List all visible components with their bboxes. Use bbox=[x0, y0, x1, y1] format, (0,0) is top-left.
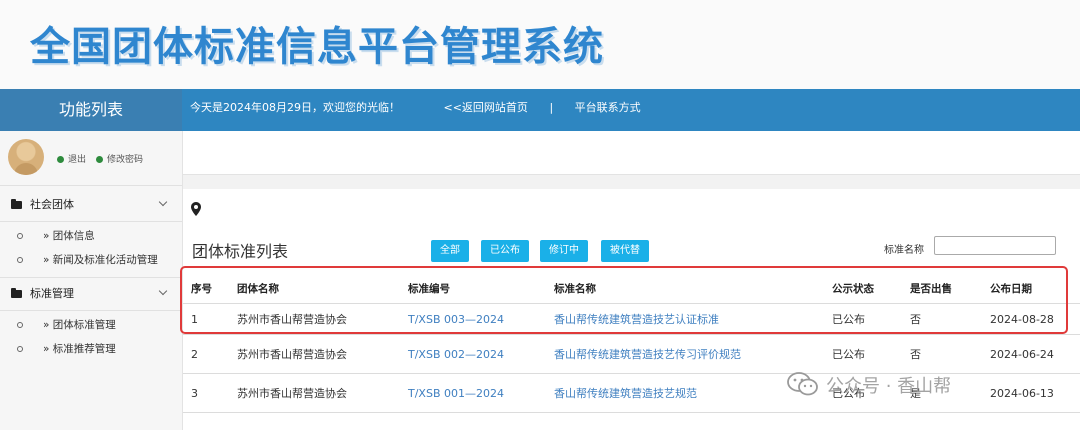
divider bbox=[0, 277, 182, 278]
nav-separator: | bbox=[549, 101, 554, 114]
site-title: 全国团体标准信息平台管理系统 bbox=[30, 24, 604, 70]
cell-code-link[interactable]: T/XSB 002—2024 bbox=[400, 334, 546, 374]
bullet-icon bbox=[17, 346, 23, 352]
cell-name-link[interactable]: 香山帮传统建筑营造技艺传习评价规范 bbox=[546, 334, 824, 374]
site-header: 全国团体标准信息平台管理系统 bbox=[0, 0, 1080, 89]
sidebar-item-recommend-manage[interactable]: » 标准推荐管理 bbox=[0, 337, 182, 361]
menu-head-label: 社会团体 bbox=[30, 198, 74, 211]
menu-head-label: 标准管理 bbox=[30, 287, 74, 300]
function-list-title: 功能列表 bbox=[0, 89, 182, 131]
change-password-link[interactable]: 修改密码 bbox=[96, 152, 143, 165]
chevron-down-icon bbox=[158, 197, 168, 207]
divider bbox=[0, 221, 182, 222]
cell-status: 已公布 bbox=[824, 334, 902, 374]
cell-date: 2024-06-24 bbox=[982, 334, 1080, 374]
filter-replaced-button[interactable]: 被代替 bbox=[601, 240, 649, 262]
cell-date: 2024-06-13 bbox=[982, 373, 1080, 413]
status-dot-icon bbox=[96, 156, 103, 163]
filter-revising-button[interactable]: 修订中 bbox=[540, 240, 588, 262]
sidebar-item-group-info[interactable]: » 团体信息 bbox=[0, 224, 182, 248]
contact-link[interactable]: 平台联系方式 bbox=[575, 89, 641, 127]
page-title: 团体标准列表 bbox=[192, 242, 289, 261]
breadcrumb-band bbox=[183, 174, 1080, 189]
bullet-icon bbox=[17, 257, 23, 263]
bullet-icon bbox=[17, 322, 23, 328]
location-pin-icon bbox=[191, 202, 201, 216]
wechat-icon bbox=[787, 372, 818, 396]
sidebar-item-label: » 标准推荐管理 bbox=[43, 343, 116, 355]
filter-all-button[interactable]: 全部 bbox=[431, 240, 469, 262]
chevron-down-icon bbox=[158, 286, 168, 296]
logout-link[interactable]: 退出 bbox=[57, 152, 86, 165]
highlight-box bbox=[180, 266, 1068, 334]
sidebar-item-label: » 团体标准管理 bbox=[43, 319, 116, 331]
user-box: 退出 修改密码 bbox=[0, 131, 182, 186]
table-row: 2 苏州市香山帮营造协会 T/XSB 002—2024 香山帮传统建筑营造技艺传… bbox=[183, 334, 1080, 374]
cell-org: 苏州市香山帮营造协会 bbox=[229, 334, 400, 374]
menu-head-society[interactable]: 社会团体 bbox=[0, 190, 182, 220]
watermark-text: 公众号 · 香山帮 bbox=[826, 376, 952, 397]
avatar bbox=[8, 139, 44, 175]
cell-code-link[interactable]: T/XSB 001—2024 bbox=[400, 373, 546, 413]
filter-published-button[interactable]: 已公布 bbox=[481, 240, 529, 262]
cell-name-link[interactable]: 香山帮传统建筑营造技艺规范 bbox=[546, 373, 824, 413]
top-nav: 今天是2024年08月29日，欢迎您的光临！ <<返回网站首页 | 平台联系方式 bbox=[190, 89, 641, 131]
cell-index: 3 bbox=[183, 373, 229, 413]
sidebar-item-news[interactable]: » 新闻及标准化活动管理 bbox=[0, 248, 182, 272]
folder-icon bbox=[11, 199, 22, 209]
top-bar: 功能列表 今天是2024年08月29日，欢迎您的光临！ <<返回网站首页 | 平… bbox=[0, 89, 1080, 131]
status-dot-icon bbox=[57, 156, 64, 163]
sidebar: 退出 修改密码 社会团体 » 团体信息 » 新闻及标准化活动管理 标准管理 » … bbox=[0, 131, 183, 430]
sidebar-item-label: » 新闻及标准化活动管理 bbox=[43, 254, 158, 266]
divider bbox=[0, 310, 182, 311]
cell-sale: 否 bbox=[902, 334, 982, 374]
logout-label: 退出 bbox=[68, 155, 87, 165]
menu-head-standards[interactable]: 标准管理 bbox=[0, 279, 182, 309]
welcome-text: 今天是2024年08月29日，欢迎您的光临！ bbox=[190, 101, 400, 114]
folder-icon bbox=[11, 288, 22, 298]
bullet-icon bbox=[17, 233, 23, 239]
sidebar-item-standard-manage[interactable]: » 团体标准管理 bbox=[0, 313, 182, 337]
back-home-link[interactable]: <<返回网站首页 bbox=[444, 89, 528, 127]
search-input[interactable] bbox=[934, 236, 1056, 255]
search-label: 标准名称 bbox=[884, 245, 924, 256]
cell-org: 苏州市香山帮营造协会 bbox=[229, 373, 400, 413]
change-password-label: 修改密码 bbox=[107, 155, 144, 165]
cell-index: 2 bbox=[183, 334, 229, 374]
sidebar-item-label: » 团体信息 bbox=[43, 230, 95, 242]
